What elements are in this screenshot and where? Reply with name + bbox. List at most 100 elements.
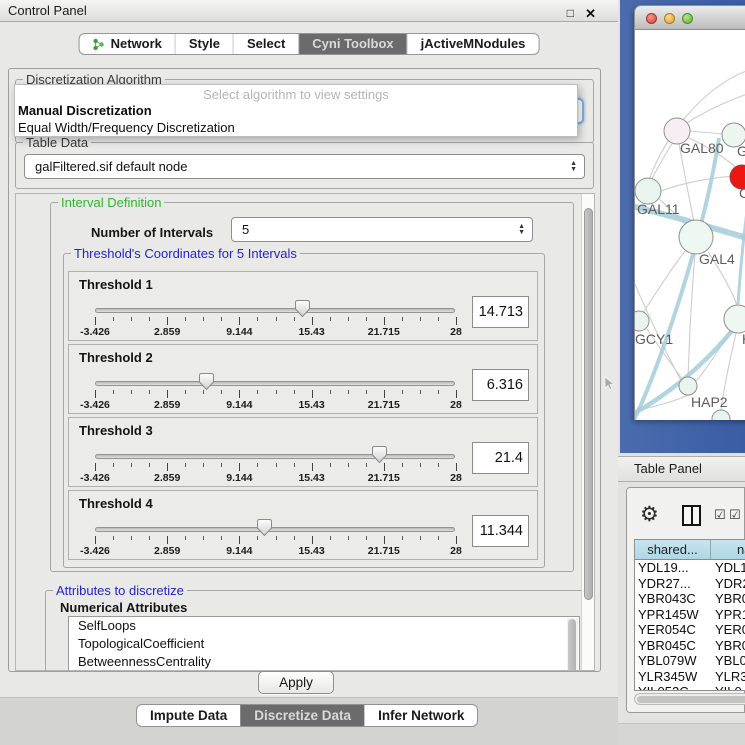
tab-style[interactable]: Style [175, 34, 233, 54]
network-window-titlebar[interactable] [635, 6, 745, 30]
algorithm-option-equal-width-frequency-discretization[interactable]: Equal Width/Frequency Discretization [18, 120, 235, 135]
network-icon [93, 38, 105, 51]
network-edge[interactable] [690, 131, 723, 134]
tick-mark [131, 317, 132, 321]
apply-button[interactable]: Apply [258, 671, 334, 694]
settings-scrollpane: Interval Definition Number of Intervals … [15, 193, 595, 671]
tick-mark [402, 463, 403, 467]
network-edge[interactable] [687, 92, 745, 123]
tick-mark [185, 536, 186, 540]
node-label: GAL11 [637, 201, 680, 217]
network-svg: GAL80GACGAL11GAL4GCY1HHAP2 [635, 30, 745, 420]
tick-mark [113, 390, 114, 394]
checkbox-icon[interactable]: ☑ [729, 508, 741, 523]
tick-mark [203, 463, 204, 467]
tick-mark [257, 317, 258, 321]
threshold-value-field[interactable]: 14.713 [472, 296, 529, 328]
tick-mark [456, 390, 457, 398]
table-horizontal-scrollbar[interactable] [634, 693, 745, 705]
network-edge[interactable] [651, 142, 673, 181]
table-row[interactable]: YLR345WYLR3 [635, 669, 745, 685]
tick-mark [402, 536, 403, 540]
bottom-tab-discretize-data[interactable]: Discretize Data [240, 705, 364, 726]
tab-jactivemnodules[interactable]: jActiveMNodules [407, 34, 539, 54]
threshold-slider-track[interactable] [95, 308, 455, 313]
table-row[interactable]: YER054CYER0 [635, 622, 745, 638]
attributes-scrollbar[interactable] [567, 618, 578, 671]
attributes-scrollbar-thumb[interactable] [568, 619, 576, 671]
zoom-window-button[interactable] [682, 13, 693, 24]
table-row[interactable]: YPR145WYPR1 [635, 607, 745, 623]
close-panel-icon[interactable]: ✕ [585, 3, 596, 24]
tick-mark [149, 390, 150, 394]
tick-mark [420, 463, 421, 467]
tick-mark [366, 390, 367, 394]
slider-tick-labels: -3.4262.8599.14415.4321.71528 [95, 472, 456, 484]
tab-network[interactable]: Network [80, 34, 175, 54]
algorithm-option-manual-discretization[interactable]: Manual Discretization [18, 103, 152, 118]
tick-mark [366, 463, 367, 467]
attribute-item-selfloops[interactable]: SelfLoops [69, 617, 579, 635]
float-window-icon[interactable]: □ [567, 3, 574, 24]
threshold-slider-track[interactable] [95, 381, 455, 386]
slider-ticks [95, 463, 456, 471]
control-panel: Control Panel □ ✕ NetworkStyleSelectCyni… [0, 0, 618, 745]
table-row[interactable]: YIL052CYIL0 [635, 684, 745, 690]
threshold-slider-track[interactable] [95, 454, 455, 459]
table-row[interactable]: YBR043CYBR0 [635, 591, 745, 607]
number-of-intervals-combobox[interactable]: 5 ▲▼ [231, 217, 533, 242]
network-edge[interactable] [661, 176, 732, 191]
attribute-item-topologicalcoefficient[interactable]: TopologicalCoefficient [69, 635, 579, 653]
tick-mark [113, 317, 114, 321]
tab-label: Cyni Toolbox [312, 34, 393, 54]
attribute-item-betweennesscentrality[interactable]: BetweennessCentrality [69, 653, 579, 671]
tick-mark [456, 536, 457, 544]
tick-mark [131, 536, 132, 540]
slider-thumb[interactable] [198, 372, 215, 391]
network-node-gal4[interactable] [679, 220, 713, 254]
table-horizontal-scrollbar-thumb[interactable] [637, 696, 745, 703]
close-window-button[interactable] [646, 13, 657, 24]
gear-icon[interactable]: ⚙ [640, 503, 659, 525]
checkbox-icon[interactable]: ☑ [714, 508, 726, 523]
tab-select[interactable]: Select [233, 34, 298, 54]
table-row[interactable]: YBL079WYBL0 [635, 653, 745, 669]
column-header-name[interactable]: na [711, 540, 745, 559]
table-panel-body: ⚙ ☑ ☑ shared... na YDL19...YDL1YDR27...Y… [626, 487, 745, 713]
bottom-tab-strip: Impute DataDiscretize DataInfer Network [0, 697, 618, 745]
settings-scrollbar-thumb[interactable] [584, 208, 593, 600]
tick-mark [366, 536, 367, 540]
threshold-value-field[interactable]: 6.316 [472, 369, 529, 401]
tick-mark [221, 390, 222, 394]
column-split-icon[interactable] [682, 505, 701, 526]
cell-name: YBR0 [711, 591, 745, 607]
table-row[interactable]: YDL19...YDL1 [635, 560, 745, 576]
tick-label: -3.426 [80, 545, 110, 557]
tick-label: 9.144 [226, 545, 252, 557]
network-node[interactable] [712, 410, 730, 420]
bottom-tab-infer-network[interactable]: Infer Network [364, 705, 477, 726]
threshold-value-field[interactable]: 11.344 [472, 515, 529, 547]
slider-thumb[interactable] [371, 445, 388, 464]
table-row[interactable]: YDR27...YDR2 [635, 576, 745, 592]
network-node-hap2[interactable] [679, 377, 697, 395]
table-data-combobox[interactable]: galFiltered.sif default node ▲▼ [24, 154, 585, 179]
network-canvas[interactable]: GAL80GACGAL11GAL4GCY1HHAP2 [635, 30, 745, 420]
minimize-window-button[interactable] [664, 13, 675, 24]
threshold-slider-track[interactable] [95, 527, 455, 532]
tick-mark [113, 536, 114, 540]
settings-scrollbar[interactable] [581, 194, 594, 670]
numerical-attributes-list[interactable]: SelfLoopsTopologicalCoefficientBetweenne… [68, 616, 580, 671]
threshold-panel-1: Threshold 1-3.4262.8599.14415.4321.71528… [68, 271, 538, 341]
tick-mark [348, 463, 349, 467]
column-header-shared-name[interactable]: shared... [635, 540, 711, 559]
table-row[interactable]: YBR045CYBR0 [635, 638, 745, 654]
tick-mark [149, 463, 150, 467]
tab-cyni-toolbox[interactable]: Cyni Toolbox [298, 34, 406, 54]
network-node-h[interactable] [724, 305, 745, 333]
slider-thumb[interactable] [294, 299, 311, 318]
threshold-value-field[interactable]: 21.4 [472, 442, 529, 474]
bottom-tab-impute-data[interactable]: Impute Data [137, 705, 240, 726]
slider-thumb[interactable] [256, 518, 273, 537]
network-node-gcy1[interactable] [635, 311, 649, 331]
